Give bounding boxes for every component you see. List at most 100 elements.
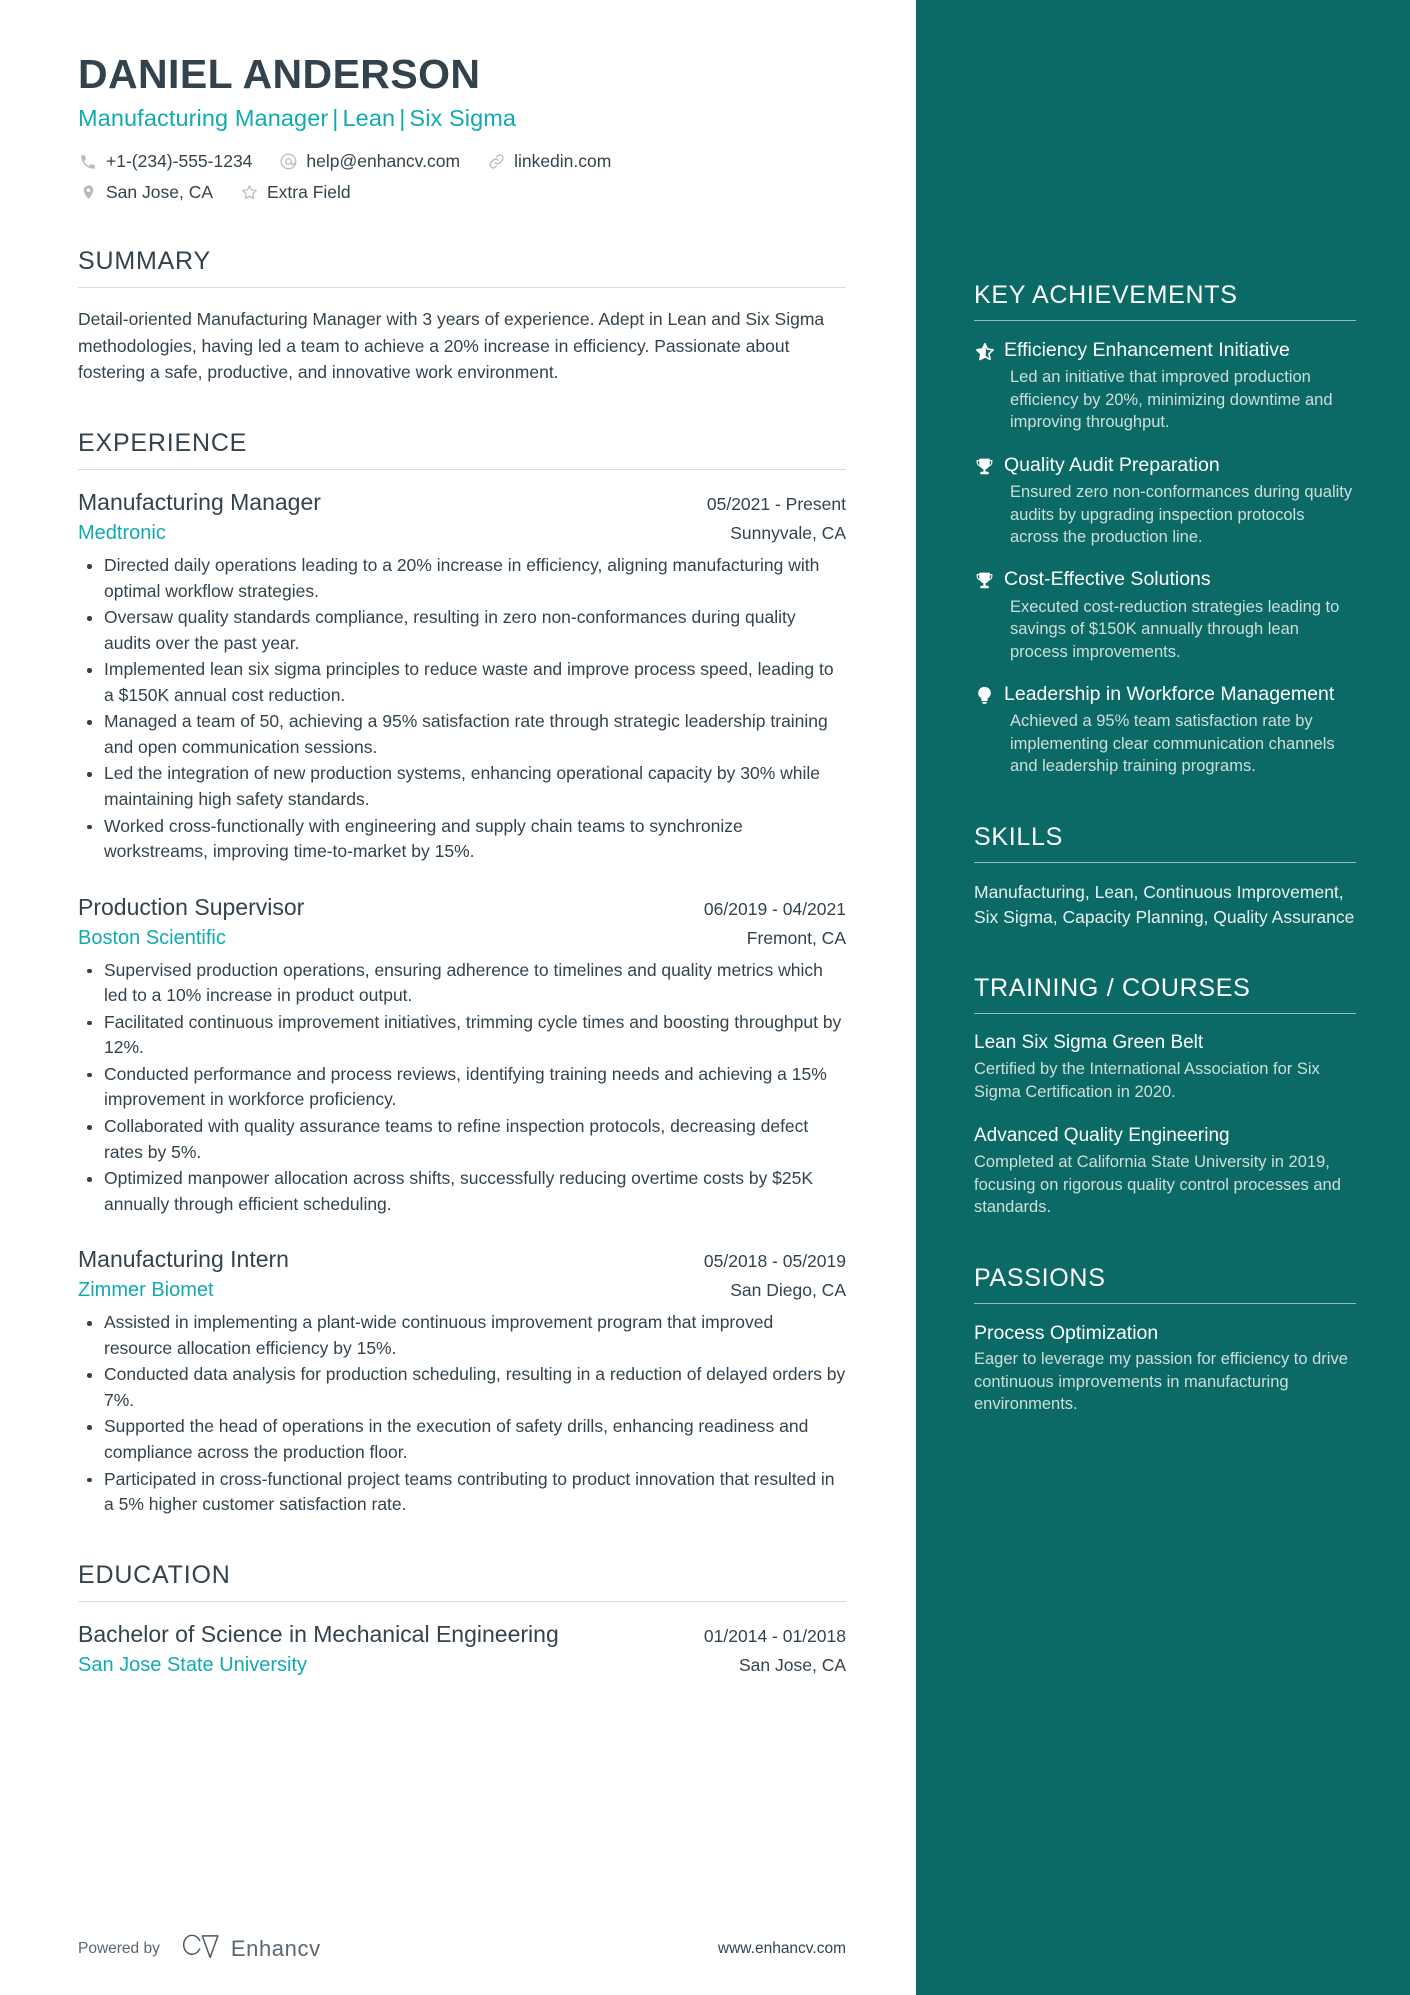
trophy-icon xyxy=(974,567,1004,663)
list-item: Implemented lean six sigma principles to… xyxy=(78,657,846,708)
list-item: Participated in cross-functional project… xyxy=(78,1467,846,1518)
footer-branding: Powered by Enhancv xyxy=(78,1934,321,1965)
section-divider xyxy=(974,1302,1356,1304)
course-description: Completed at California State University… xyxy=(974,1153,1341,1217)
achievement-title: Quality Audit Preparation xyxy=(1004,453,1220,476)
page-title: DANIEL ANDERSON xyxy=(78,51,481,97)
education-degree: Bachelor of Science in Mechanical Engine… xyxy=(78,1620,559,1647)
experience-location: San Diego, CA xyxy=(730,1280,846,1301)
section-divider xyxy=(78,469,846,471)
headline-separator-2: | xyxy=(399,104,406,131)
location-pin-icon xyxy=(78,182,98,202)
enhancv-mark-icon xyxy=(180,1934,222,1965)
achievement-title: Efficiency Enhancement Initiative xyxy=(1004,339,1290,361)
half-star-icon xyxy=(974,338,1004,434)
resume-header: DANIEL ANDERSON Manufacturing Manager | Le… xyxy=(78,51,846,204)
email-icon xyxy=(278,152,298,172)
education-entry-subheader: San Jose State University San Jose, CA xyxy=(78,1652,846,1678)
headline-part-2: Lean xyxy=(342,104,396,131)
contact-linkedin[interactable]: linkedin.com xyxy=(486,149,611,174)
experience-role: Manufacturing Manager xyxy=(78,489,321,516)
contact-phone-text: +1-(234)-555-1234 xyxy=(106,151,253,172)
section-divider xyxy=(974,1013,1356,1015)
section-title-experience: EXPERIENCE xyxy=(78,429,248,458)
section-title-training-courses: TRAINING / COURSES xyxy=(974,974,1251,1003)
list-item: Conducted data analysis for production s… xyxy=(78,1362,846,1413)
section-divider xyxy=(78,1600,846,1602)
section-summary: SUMMARY Detail-oriented Manufacturing Ma… xyxy=(78,246,846,386)
experience-entry-header: Manufacturing Intern 05/2018 - 05/2019 xyxy=(78,1245,846,1273)
achievement-body: Cost-Effective Solutions Executed cost-r… xyxy=(1004,567,1356,663)
experience-bullets: Supervised production operations, ensuri… xyxy=(78,958,846,1217)
skills-text: Manufacturing, Lean, Continuous Improvem… xyxy=(974,881,1355,927)
section-title-summary: SUMMARY xyxy=(78,247,211,276)
course-description: Certified by the International Associati… xyxy=(974,1060,1320,1101)
achievement-description: Executed cost-reduction strategies leadi… xyxy=(1010,597,1340,661)
course-title: Lean Six Sigma Green Belt xyxy=(974,1032,1204,1054)
achievement-body: Leadership in Workforce Management Achie… xyxy=(1004,682,1356,778)
experience-entry-header: Manufacturing Manager 05/2021 - Present xyxy=(78,488,846,516)
achievement-body: Efficiency Enhancement Initiative Led an… xyxy=(1004,338,1356,434)
experience-date: 05/2018 - 05/2019 xyxy=(703,1251,846,1272)
section-experience: EXPERIENCE Manufacturing Manager 05/2021… xyxy=(78,428,846,1518)
section-passions: PASSIONS Process Optimization Eager to l… xyxy=(974,1263,1356,1416)
contact-details: +1-(234)-555-1234 help@enhancv.com linke… xyxy=(78,149,846,204)
achievement-body: Quality Audit Preparation Ensured zero n… xyxy=(1004,453,1356,549)
experience-entry-subheader: Boston Scientific Fremont, CA xyxy=(78,925,846,951)
contact-extra-field[interactable]: Extra Field xyxy=(239,180,351,205)
experience-role: Manufacturing Intern xyxy=(78,1246,289,1273)
enhancv-wordmark: Enhancv xyxy=(230,1936,321,1961)
course-title: Advanced Quality Engineering xyxy=(974,1125,1230,1147)
list-item: Conducted performance and process review… xyxy=(78,1062,846,1113)
footer: Powered by Enhancv www.enhancv.com xyxy=(0,1903,916,1995)
experience-bullets: Assisted in implementing a plant-wide co… xyxy=(78,1310,846,1517)
contact-linkedin-text: linkedin.com xyxy=(514,151,612,172)
course-item: Lean Six Sigma Green Belt Certified by t… xyxy=(974,1031,1356,1103)
experience-entry: Manufacturing Intern 05/2018 - 05/2019 Z… xyxy=(78,1245,846,1517)
headline-part-1: Manufacturing Manager xyxy=(78,104,329,131)
headline-separator-1: | xyxy=(332,104,339,131)
contact-extra-field-text: Extra Field xyxy=(267,181,351,202)
achievement-title: Leadership in Workforce Management xyxy=(1004,683,1335,706)
sidebar: KEY ACHIEVEMENTS Efficiency Enhancement … xyxy=(916,0,1410,1995)
list-item: Managed a team of 50, achieving a 95% sa… xyxy=(78,709,846,760)
passion-title: Process Optimization xyxy=(974,1321,1159,1344)
experience-entry-header: Production Supervisor 06/2019 - 04/2021 xyxy=(78,893,846,921)
achievement-item: Quality Audit Preparation Ensured zero n… xyxy=(974,453,1356,549)
contact-row-1: +1-(234)-555-1234 help@enhancv.com linke… xyxy=(78,149,846,174)
contact-phone[interactable]: +1-(234)-555-1234 xyxy=(78,149,252,174)
powered-by-label: Powered by xyxy=(78,1940,160,1957)
experience-entry: Manufacturing Manager 05/2021 - Present … xyxy=(78,488,846,865)
list-item: Supervised production operations, ensuri… xyxy=(78,958,846,1009)
experience-company[interactable]: Zimmer Biomet xyxy=(78,1277,214,1303)
section-title-skills: SKILLS xyxy=(974,822,1063,851)
list-item: Worked cross-functionally with engineeri… xyxy=(78,814,846,865)
enhancv-logo[interactable]: Enhancv xyxy=(180,1934,321,1965)
achievement-item: Leadership in Workforce Management Achie… xyxy=(974,682,1356,778)
list-item: Oversaw quality standards compliance, re… xyxy=(78,605,846,656)
lightbulb-icon xyxy=(974,682,1004,778)
passion-item: Process Optimization Eager to leverage m… xyxy=(974,1321,1356,1416)
experience-date: 06/2019 - 04/2021 xyxy=(703,898,846,919)
contact-email[interactable]: help@enhancv.com xyxy=(278,149,460,174)
achievement-item: Cost-Effective Solutions Executed cost-r… xyxy=(974,567,1356,663)
passion-description: Eager to leverage my passion for efficie… xyxy=(974,1350,1348,1413)
list-item: Assisted in implementing a plant-wide co… xyxy=(78,1310,846,1361)
experience-entry-subheader: Medtronic Sunnyvale, CA xyxy=(78,520,846,546)
section-divider xyxy=(974,861,1356,863)
achievement-description: Achieved a 95% team satisfaction rate by… xyxy=(1010,712,1335,776)
section-training-courses: TRAINING / COURSES Lean Six Sigma Green … xyxy=(974,973,1356,1218)
experience-company[interactable]: Boston Scientific xyxy=(78,925,226,951)
footer-website[interactable]: www.enhancv.com xyxy=(718,1940,846,1958)
summary-text: Detail-oriented Manufacturing Manager wi… xyxy=(78,309,825,383)
trophy-icon xyxy=(974,453,1004,549)
section-key-achievements: KEY ACHIEVEMENTS Efficiency Enhancement … xyxy=(974,0,1356,778)
list-item: Supported the head of operations in the … xyxy=(78,1414,846,1465)
list-item: Directed daily operations leading to a 2… xyxy=(78,553,846,604)
experience-company[interactable]: Medtronic xyxy=(78,520,166,546)
achievement-description: Led an initiative that improved producti… xyxy=(1010,368,1333,432)
contact-row-2: San Jose, CA Extra Field xyxy=(78,180,846,205)
contact-location[interactable]: San Jose, CA xyxy=(78,180,213,205)
education-school[interactable]: San Jose State University xyxy=(78,1652,307,1678)
education-location: San Jose, CA xyxy=(739,1654,846,1675)
